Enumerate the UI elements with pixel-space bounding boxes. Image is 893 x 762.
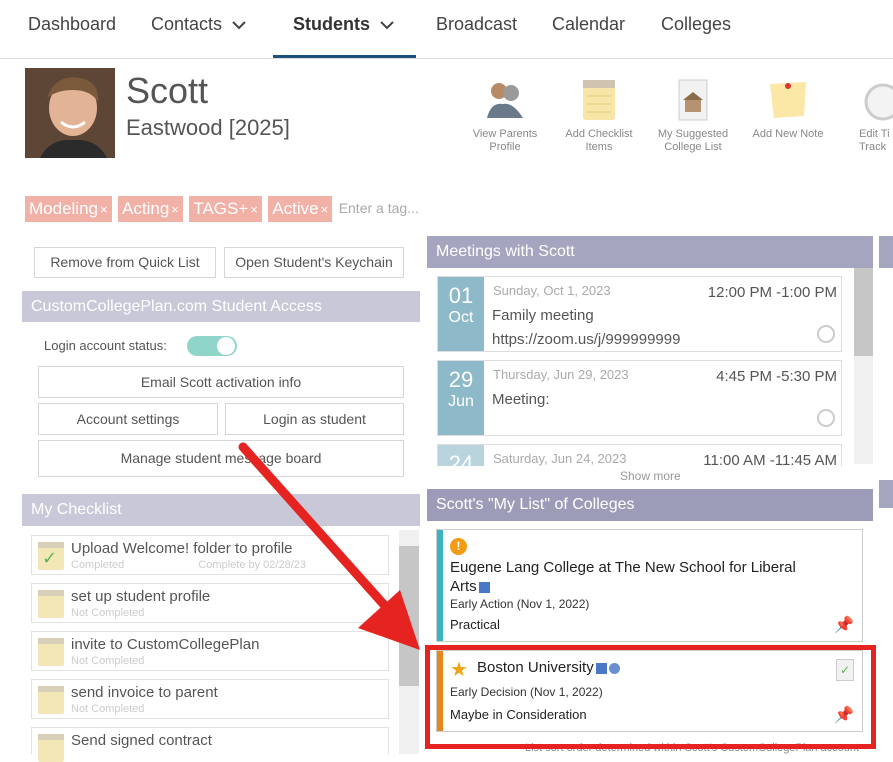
highlight-box (425, 645, 876, 749)
annotation-arrow (238, 442, 420, 650)
